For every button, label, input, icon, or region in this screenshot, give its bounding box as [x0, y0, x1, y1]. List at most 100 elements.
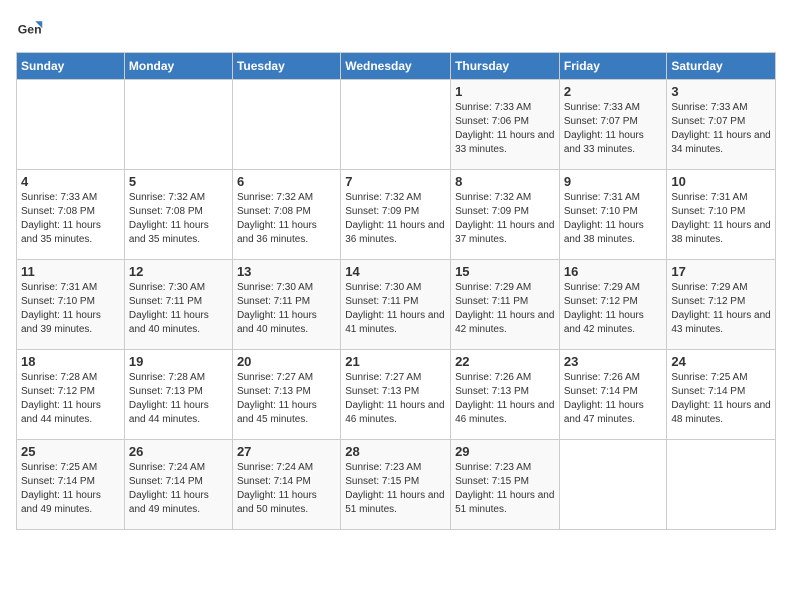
day-number: 9	[564, 174, 663, 189]
day-number: 24	[671, 354, 771, 369]
day-number: 15	[455, 264, 555, 279]
calendar-cell	[124, 80, 232, 170]
calendar-cell: 8 Sunrise: 7:32 AM Sunset: 7:09 PM Daylig…	[451, 170, 560, 260]
day-number: 25	[21, 444, 120, 459]
day-number: 7	[345, 174, 446, 189]
day-info: Sunrise: 7:31 AM Sunset: 7:10 PM Dayligh…	[21, 281, 120, 337]
day-info: Sunrise: 7:32 AM Sunset: 7:08 PM Dayligh…	[237, 191, 336, 247]
day-info: Sunrise: 7:27 AM Sunset: 7:13 PM Dayligh…	[345, 371, 446, 427]
day-number: 17	[671, 264, 771, 279]
logo: Gen	[16, 16, 48, 44]
day-number: 16	[564, 264, 663, 279]
header-day-wednesday: Wednesday	[341, 53, 451, 80]
calendar-cell: 7 Sunrise: 7:32 AM Sunset: 7:09 PM Daylig…	[341, 170, 451, 260]
calendar-cell: 9 Sunrise: 7:31 AM Sunset: 7:10 PM Daylig…	[559, 170, 667, 260]
header-row: SundayMondayTuesdayWednesdayThursdayFrid…	[17, 53, 776, 80]
header-day-thursday: Thursday	[451, 53, 560, 80]
day-number: 18	[21, 354, 120, 369]
day-info: Sunrise: 7:32 AM Sunset: 7:08 PM Dayligh…	[129, 191, 228, 247]
day-number: 4	[21, 174, 120, 189]
day-info: Sunrise: 7:28 AM Sunset: 7:13 PM Dayligh…	[129, 371, 228, 427]
calendar-cell: 4 Sunrise: 7:33 AM Sunset: 7:08 PM Daylig…	[17, 170, 125, 260]
day-number: 10	[671, 174, 771, 189]
day-info: Sunrise: 7:23 AM Sunset: 7:15 PM Dayligh…	[455, 461, 555, 517]
day-info: Sunrise: 7:27 AM Sunset: 7:13 PM Dayligh…	[237, 371, 336, 427]
calendar-table: SundayMondayTuesdayWednesdayThursdayFrid…	[16, 52, 776, 530]
calendar-cell: 16 Sunrise: 7:29 AM Sunset: 7:12 PM Dayli…	[559, 260, 667, 350]
calendar-cell: 24 Sunrise: 7:25 AM Sunset: 7:14 PM Dayli…	[667, 350, 776, 440]
day-info: Sunrise: 7:25 AM Sunset: 7:14 PM Dayligh…	[671, 371, 771, 427]
day-info: Sunrise: 7:32 AM Sunset: 7:09 PM Dayligh…	[455, 191, 555, 247]
calendar-cell	[17, 80, 125, 170]
header-day-monday: Monday	[124, 53, 232, 80]
page-header: Gen	[16, 16, 776, 44]
day-info: Sunrise: 7:33 AM Sunset: 7:08 PM Dayligh…	[21, 191, 120, 247]
day-number: 26	[129, 444, 228, 459]
header-day-sunday: Sunday	[17, 53, 125, 80]
calendar-cell	[667, 440, 776, 530]
calendar-cell: 23Sunrise: 7:26 AM Sunset: 7:14 PM Dayli…	[559, 350, 667, 440]
week-row-4: 18 Sunrise: 7:28 AM Sunset: 7:12 PM Dayli…	[17, 350, 776, 440]
day-info: Sunrise: 7:25 AM Sunset: 7:14 PM Dayligh…	[21, 461, 120, 517]
calendar-cell: 28 Sunrise: 7:23 AM Sunset: 7:15 PM Dayli…	[341, 440, 451, 530]
day-info: Sunrise: 7:33 AM Sunset: 7:07 PM Dayligh…	[671, 101, 771, 157]
day-number: 29	[455, 444, 555, 459]
calendar-cell: 29 Sunrise: 7:23 AM Sunset: 7:15 PM Dayli…	[451, 440, 560, 530]
day-number: 13	[237, 264, 336, 279]
calendar-cell: 10Sunrise: 7:31 AM Sunset: 7:10 PM Dayli…	[667, 170, 776, 260]
day-info: Sunrise: 7:24 AM Sunset: 7:14 PM Dayligh…	[129, 461, 228, 517]
calendar-cell: 26 Sunrise: 7:24 AM Sunset: 7:14 PM Dayli…	[124, 440, 232, 530]
day-info: Sunrise: 7:29 AM Sunset: 7:12 PM Dayligh…	[671, 281, 771, 337]
day-info: Sunrise: 7:30 AM Sunset: 7:11 PM Dayligh…	[345, 281, 446, 337]
week-row-5: 25 Sunrise: 7:25 AM Sunset: 7:14 PM Dayli…	[17, 440, 776, 530]
calendar-cell: 19Sunrise: 7:28 AM Sunset: 7:13 PM Dayli…	[124, 350, 232, 440]
calendar-body: 1 Sunrise: 7:33 AM Sunset: 7:06 PM Daylig…	[17, 80, 776, 530]
day-number: 14	[345, 264, 446, 279]
day-info: Sunrise: 7:26 AM Sunset: 7:13 PM Dayligh…	[455, 371, 555, 427]
calendar-cell: 13 Sunrise: 7:30 AM Sunset: 7:11 PM Dayli…	[232, 260, 340, 350]
calendar-cell: 5 Sunrise: 7:32 AM Sunset: 7:08 PM Daylig…	[124, 170, 232, 260]
calendar-header: SundayMondayTuesdayWednesdayThursdayFrid…	[17, 53, 776, 80]
day-number: 6	[237, 174, 336, 189]
day-number: 8	[455, 174, 555, 189]
day-info: Sunrise: 7:29 AM Sunset: 7:12 PM Dayligh…	[564, 281, 663, 337]
logo-icon: Gen	[16, 16, 44, 44]
day-info: Sunrise: 7:30 AM Sunset: 7:11 PM Dayligh…	[237, 281, 336, 337]
day-info: Sunrise: 7:31 AM Sunset: 7:10 PM Dayligh…	[564, 191, 663, 247]
calendar-cell: 25 Sunrise: 7:25 AM Sunset: 7:14 PM Dayli…	[17, 440, 125, 530]
day-number: 2	[564, 84, 663, 99]
calendar-cell: 12Sunrise: 7:30 AM Sunset: 7:11 PM Dayli…	[124, 260, 232, 350]
day-info: Sunrise: 7:33 AM Sunset: 7:06 PM Dayligh…	[455, 101, 555, 157]
day-number: 27	[237, 444, 336, 459]
day-number: 5	[129, 174, 228, 189]
day-info: Sunrise: 7:33 AM Sunset: 7:07 PM Dayligh…	[564, 101, 663, 157]
day-info: Sunrise: 7:32 AM Sunset: 7:09 PM Dayligh…	[345, 191, 446, 247]
week-row-1: 1 Sunrise: 7:33 AM Sunset: 7:06 PM Daylig…	[17, 80, 776, 170]
calendar-cell: 22 Sunrise: 7:26 AM Sunset: 7:13 PM Dayli…	[451, 350, 560, 440]
calendar-cell: 11 Sunrise: 7:31 AM Sunset: 7:10 PM Dayli…	[17, 260, 125, 350]
day-number: 1	[455, 84, 555, 99]
day-info: Sunrise: 7:30 AM Sunset: 7:11 PM Dayligh…	[129, 281, 228, 337]
week-row-3: 11 Sunrise: 7:31 AM Sunset: 7:10 PM Dayli…	[17, 260, 776, 350]
day-number: 28	[345, 444, 446, 459]
day-info: Sunrise: 7:24 AM Sunset: 7:14 PM Dayligh…	[237, 461, 336, 517]
day-number: 11	[21, 264, 120, 279]
calendar-cell: 2 Sunrise: 7:33 AM Sunset: 7:07 PM Daylig…	[559, 80, 667, 170]
day-info: Sunrise: 7:28 AM Sunset: 7:12 PM Dayligh…	[21, 371, 120, 427]
day-info: Sunrise: 7:23 AM Sunset: 7:15 PM Dayligh…	[345, 461, 446, 517]
calendar-cell: 15 Sunrise: 7:29 AM Sunset: 7:11 PM Dayli…	[451, 260, 560, 350]
calendar-cell: 27 Sunrise: 7:24 AM Sunset: 7:14 PM Dayli…	[232, 440, 340, 530]
week-row-2: 4 Sunrise: 7:33 AM Sunset: 7:08 PM Daylig…	[17, 170, 776, 260]
day-number: 22	[455, 354, 555, 369]
calendar-cell: 20Sunrise: 7:27 AM Sunset: 7:13 PM Dayli…	[232, 350, 340, 440]
calendar-cell	[559, 440, 667, 530]
day-info: Sunrise: 7:26 AM Sunset: 7:14 PM Dayligh…	[564, 371, 663, 427]
day-number: 3	[671, 84, 771, 99]
calendar-cell: 3 Sunrise: 7:33 AM Sunset: 7:07 PM Daylig…	[667, 80, 776, 170]
day-info: Sunrise: 7:29 AM Sunset: 7:11 PM Dayligh…	[455, 281, 555, 337]
calendar-cell	[232, 80, 340, 170]
calendar-cell: 18 Sunrise: 7:28 AM Sunset: 7:12 PM Dayli…	[17, 350, 125, 440]
calendar-cell: 1 Sunrise: 7:33 AM Sunset: 7:06 PM Daylig…	[451, 80, 560, 170]
calendar-cell: 17 Sunrise: 7:29 AM Sunset: 7:12 PM Dayli…	[667, 260, 776, 350]
calendar-cell	[341, 80, 451, 170]
